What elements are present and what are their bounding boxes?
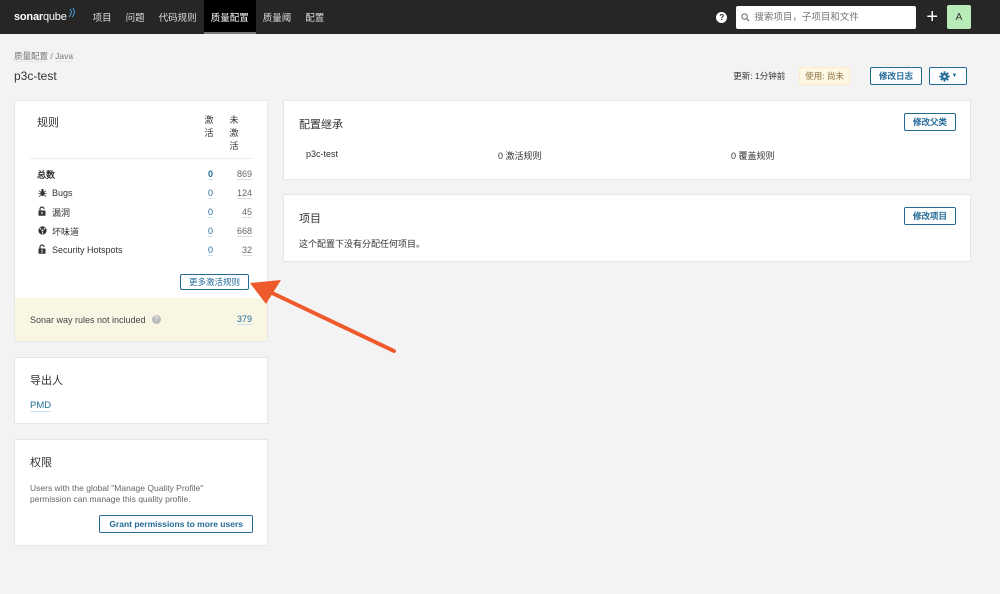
sonar-waves-icon: [68, 8, 75, 18]
logo-text-light: qube: [42, 11, 67, 23]
column-inactive-header: 未激活: [229, 115, 239, 151]
change-parent-button[interactable]: 修改父类: [903, 113, 956, 131]
rule-label-wrap: 漏洞: [37, 206, 70, 219]
nav-projects[interactable]: 项目: [86, 0, 119, 34]
sonar-way-count-link[interactable]: 379: [236, 314, 252, 325]
nav-projects-label: 项目: [92, 13, 112, 24]
nav-quality-profiles-label: 质量配置: [210, 13, 249, 24]
inactive-count-link[interactable]: 668: [236, 226, 252, 237]
navbar-right: ? + A: [716, 0, 1000, 34]
exporter-link-pmd[interactable]: PMD: [30, 400, 52, 412]
inherit-profile-name: p3c-test: [306, 149, 339, 159]
search-box[interactable]: [736, 5, 917, 29]
lock-icon: [37, 206, 47, 218]
inheritance-title: 配置继承: [299, 119, 343, 131]
active-count-link[interactable]: 0: [207, 188, 213, 199]
search-input[interactable]: [754, 11, 905, 23]
active-count-link[interactable]: 0: [207, 169, 213, 180]
nav-issues-label: 问题: [125, 13, 145, 24]
change-projects-button[interactable]: 修改项目: [903, 207, 956, 225]
rule-label: Bugs: [52, 188, 73, 198]
inherit-active-rules: 0 激活规则: [498, 151, 542, 161]
permissions-description: Users with the global "Manage Quality Pr…: [30, 483, 204, 504]
rule-label: 坏味道: [52, 226, 80, 237]
help-icon[interactable]: ?: [716, 11, 728, 23]
used-badge: 使用: 尚未: [799, 67, 850, 85]
search-icon: [741, 12, 750, 22]
top-navbar: sonarqube 项目 问题 代码规则 质量配置 质量阈 配置 ? + A: [0, 0, 1000, 34]
exporters-title: 导出人: [30, 375, 63, 387]
projects-empty-text: 这个配置下没有分配任何项目。: [299, 239, 426, 249]
user-avatar[interactable]: A: [947, 5, 971, 29]
rule-row-vulnerabilities: 漏洞 0 45: [37, 203, 252, 221]
inactive-count-link[interactable]: 32: [241, 245, 252, 256]
inactive-count-link[interactable]: 869: [236, 169, 252, 180]
nav-quality-profiles[interactable]: 质量配置: [203, 0, 256, 34]
rule-row-total: 总数 0 869: [37, 165, 252, 183]
inactive-count-link[interactable]: 45: [241, 207, 252, 218]
help-tooltip-icon[interactable]: ?: [151, 315, 161, 324]
rule-row-security-hotspots: Security Hotspots 0 32: [37, 241, 252, 259]
rule-label: Security Hotspots: [52, 245, 123, 255]
nav-administration[interactable]: 配置: [298, 0, 331, 34]
rule-label-wrap: Bugs: [37, 188, 73, 199]
breadcrumb-quality-profiles[interactable]: 质量配置: [14, 51, 49, 62]
profile-actions-button[interactable]: ▼: [929, 67, 967, 85]
gear-icon: [938, 70, 950, 82]
nav-quality-gates[interactable]: 质量阈: [256, 0, 299, 34]
rules-divider: [30, 158, 253, 159]
sonar-way-label: Sonar way rules not included: [30, 314, 146, 325]
rule-label-wrap: 坏味道: [37, 225, 79, 238]
rule-label: 总数: [37, 169, 56, 180]
inactive-count-link[interactable]: 124: [236, 188, 252, 199]
rule-label: 漏洞: [52, 207, 71, 218]
projects-card: 项目 修改项目 这个配置下没有分配任何项目。: [283, 194, 971, 262]
add-icon[interactable]: +: [926, 7, 938, 27]
rule-row-bugs: Bugs 0 124: [37, 184, 252, 202]
rule-row-code-smells: 坏味道 0 668: [37, 222, 252, 240]
breadcrumb-language[interactable]: Java: [55, 51, 74, 62]
code-smell-icon: [37, 225, 47, 237]
updated-text: 更新: 1分钟前: [733, 71, 786, 81]
rules-title: 规则: [37, 117, 59, 129]
column-active-header: 激活: [204, 115, 214, 138]
nav-issues[interactable]: 问题: [119, 0, 152, 34]
rules-card: 规则 激活 未激活 总数 0 869 Bugs 0 124 漏洞 0 45 坏味…: [14, 100, 268, 342]
exporters-card: 导出人 PMD: [14, 357, 268, 424]
active-count-link[interactable]: 0: [207, 207, 213, 218]
projects-title: 项目: [299, 213, 321, 225]
sonarqube-logo[interactable]: sonar qube: [0, 0, 86, 34]
nav-quality-gates-label: 质量阈: [262, 13, 292, 24]
inherit-overridden-rules: 0 覆盖规则: [731, 151, 775, 161]
grant-permissions-button[interactable]: Grant permissions to more users: [99, 515, 253, 533]
sonar-way-comparison: Sonar way rules not included ? 379: [15, 298, 267, 341]
logo-text-bold: sonar: [14, 11, 43, 23]
activate-more-rules-button[interactable]: 更多激活规则: [180, 274, 250, 290]
breadcrumb: 质量配置 / Java: [14, 50, 74, 62]
page-title: p3c-test: [14, 69, 57, 83]
chevron-down-icon: ▼: [951, 73, 958, 79]
changelog-button[interactable]: 修改日志: [869, 67, 922, 85]
permissions-title: 权限: [30, 457, 52, 469]
nav-rules[interactable]: 代码规则: [152, 0, 204, 34]
inheritance-card: 配置继承 修改父类 p3c-test 0 激活规则 0 覆盖规则: [283, 100, 971, 180]
permissions-card: 权限 Users with the global "Manage Quality…: [14, 439, 268, 546]
nav-rules-label: 代码规则: [158, 13, 197, 24]
rule-label-wrap: Security Hotspots: [37, 244, 123, 256]
header-actions: 更新: 1分钟前 使用: 尚未 修改日志 ▼: [733, 67, 967, 85]
active-count-link[interactable]: 0: [207, 245, 213, 256]
security-hotspot-icon: [37, 244, 47, 256]
active-count-link[interactable]: 0: [207, 226, 213, 237]
bug-icon: [37, 188, 47, 199]
nav-administration-label: 配置: [305, 13, 325, 24]
